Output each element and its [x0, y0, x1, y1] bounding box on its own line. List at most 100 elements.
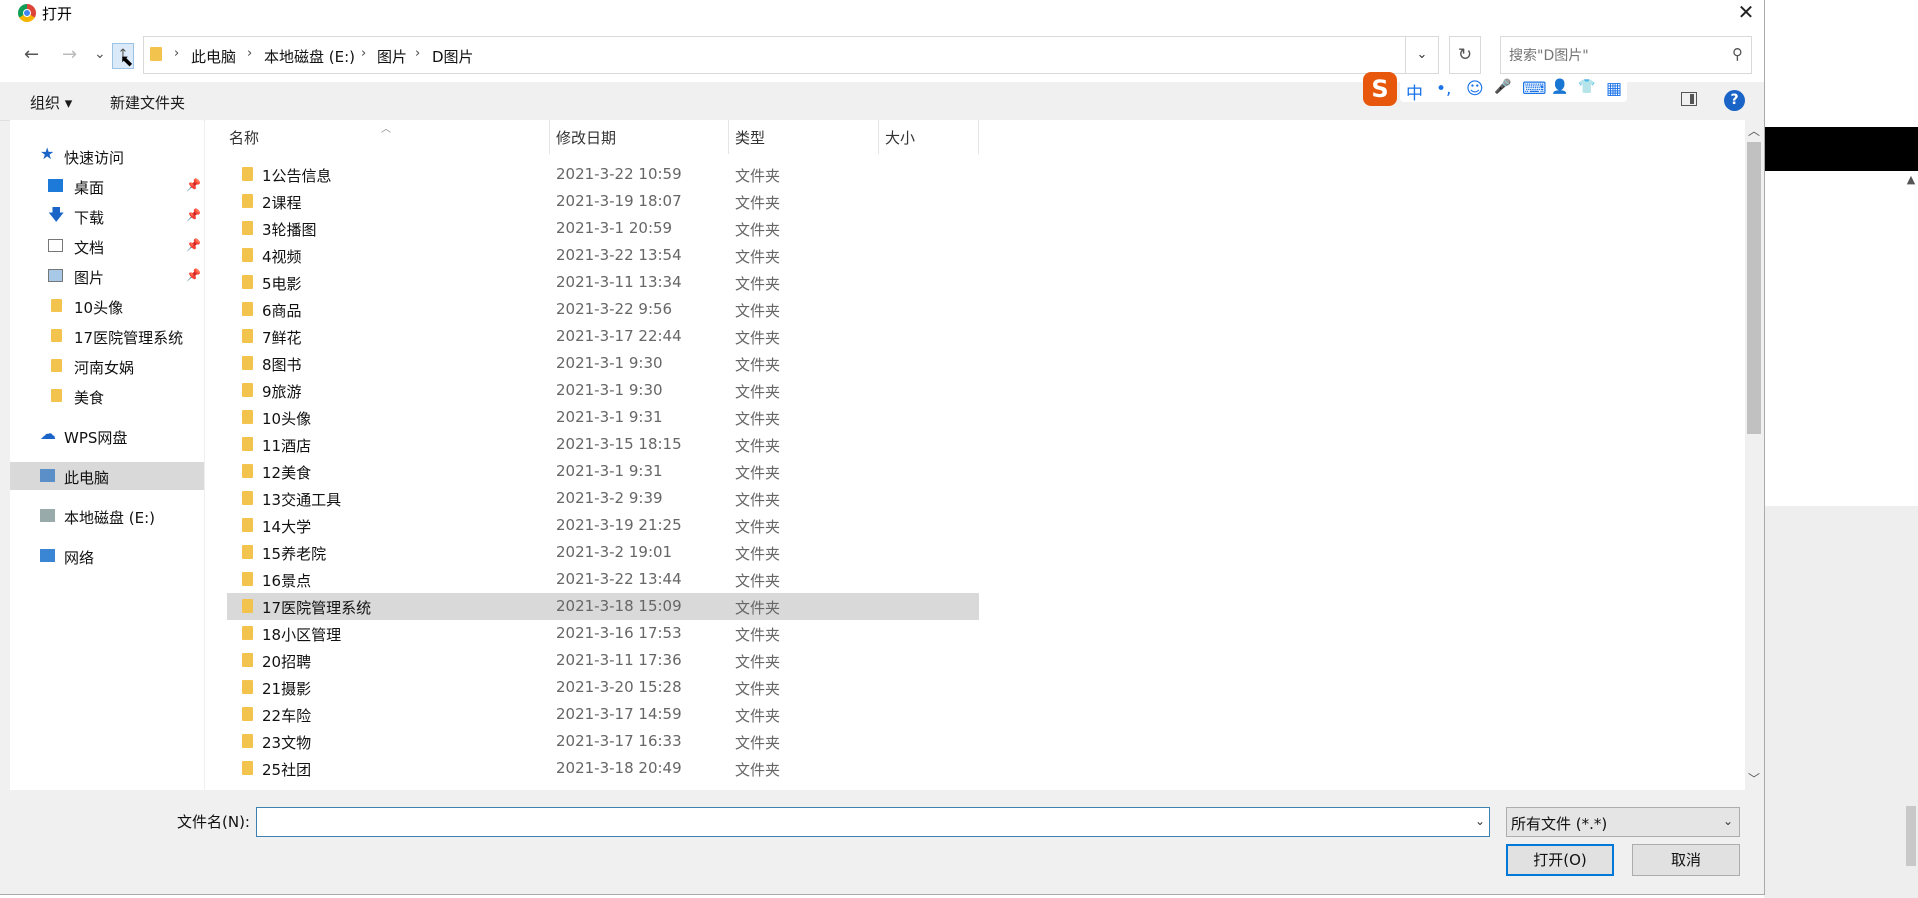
file-name: 15养老院	[262, 545, 327, 563]
pin-icon[interactable]: 📌	[186, 178, 201, 192]
table-row[interactable]: 22车险 2021-3-17 14:59 文件夹	[227, 701, 979, 728]
sidebar-item[interactable]: 17医院管理系统	[10, 322, 204, 350]
sidebar-item[interactable]: 桌面 📌	[10, 172, 204, 200]
net-icon	[40, 549, 55, 562]
scrollbar-thumb[interactable]	[1747, 142, 1761, 434]
table-row[interactable]: 23文物 2021-3-17 16:33 文件夹	[227, 728, 979, 755]
ime-toolbox-icon[interactable]: ▦	[1606, 79, 1622, 99]
chevron-down-icon[interactable]: ⌄	[1723, 814, 1733, 828]
table-row[interactable]: 4视频 2021-3-22 13:54 文件夹	[227, 242, 979, 269]
table-row[interactable]: 5电影 2021-3-11 13:34 文件夹	[227, 269, 979, 296]
table-row[interactable]: 18小区管理 2021-3-16 17:53 文件夹	[227, 620, 979, 647]
table-row[interactable]: 17医院管理系统 2021-3-18 15:09 文件夹	[227, 593, 979, 620]
pin-icon[interactable]: 📌	[186, 268, 201, 282]
breadcrumb-d-pictures[interactable]: D图片	[432, 46, 474, 67]
table-row[interactable]: 12美食 2021-3-1 9:31 文件夹	[227, 458, 979, 485]
sidebar-item[interactable]: 美食	[10, 382, 204, 410]
column-header-date[interactable]: 修改日期	[556, 127, 616, 148]
pin-icon[interactable]: 📌	[186, 238, 201, 252]
scroll-down-icon[interactable]: ﹀	[1748, 770, 1760, 787]
table-row[interactable]: 3轮播图 2021-3-1 20:59 文件夹	[227, 215, 979, 242]
chevron-right-icon[interactable]: ›	[247, 46, 252, 61]
cancel-button[interactable]: 取消	[1632, 844, 1740, 876]
scroll-up-icon[interactable]: ︿	[1748, 122, 1760, 139]
scroll-up-arrow-icon[interactable]: ▲	[1904, 173, 1918, 186]
column-divider[interactable]	[728, 120, 729, 154]
breadcrumb-local-disk[interactable]: 本地磁盘 (E:)	[264, 46, 355, 67]
search-box[interactable]: ⚲	[1500, 36, 1752, 74]
new-folder-button[interactable]: 新建文件夹	[110, 92, 185, 113]
ime-toolbar[interactable]: S 中 •, ☺ 🎤 ⌨ 👤 👕 ▦	[1363, 70, 1627, 108]
preview-pane-icon[interactable]	[1681, 92, 1697, 106]
ime-user-icon[interactable]: 👤	[1551, 79, 1568, 95]
column-divider[interactable]	[978, 120, 979, 154]
table-row[interactable]: 2课程 2021-3-19 18:07 文件夹	[227, 188, 979, 215]
address-bar[interactable]: › 此电脑 › 本地磁盘 (E:) › 图片 › D图片	[143, 36, 1406, 74]
table-row[interactable]: 1公告信息 2021-3-22 10:59 文件夹	[227, 161, 979, 188]
sidebar-item[interactable]: 文档 📌	[10, 232, 204, 260]
ime-keyboard-icon[interactable]: ⌨	[1522, 79, 1547, 99]
help-icon[interactable]: ?	[1724, 90, 1745, 111]
forward-icon[interactable]: →	[62, 44, 77, 65]
pin-icon[interactable]: 📌	[186, 208, 201, 222]
sidebar-item[interactable]: ☁ WPS网盘	[10, 422, 204, 450]
ime-skin-icon[interactable]: 👕	[1578, 79, 1595, 95]
ime-punctuation-icon[interactable]: •,	[1436, 79, 1451, 99]
table-row[interactable]: 9旅游 2021-3-1 9:30 文件夹	[227, 377, 979, 404]
table-row[interactable]: 11酒店 2021-3-15 18:15 文件夹	[227, 431, 979, 458]
table-row[interactable]: 8图书 2021-3-1 9:30 文件夹	[227, 350, 979, 377]
ime-chinese-mode-icon[interactable]: 中	[1406, 79, 1423, 104]
address-dropdown-icon[interactable]: ⌄	[1405, 36, 1439, 74]
sogou-logo-icon[interactable]: S	[1363, 72, 1397, 106]
organize-button[interactable]: 组织 ▾	[30, 92, 72, 113]
close-button[interactable]: ✕	[1728, 0, 1764, 26]
sidebar-item[interactable]: 河南女娲	[10, 352, 204, 380]
sidebar-item[interactable]: 10头像	[10, 292, 204, 320]
file-date: 2021-3-18 15:09	[556, 597, 682, 615]
refresh-icon[interactable]: ↻	[1449, 36, 1481, 74]
table-row[interactable]: 21摄影 2021-3-20 15:28 文件夹	[227, 674, 979, 701]
scrollbar-thumb[interactable]	[1906, 806, 1916, 866]
search-icon[interactable]: ⚲	[1732, 45, 1743, 63]
chevron-right-icon[interactable]: ›	[361, 46, 366, 61]
column-header-type[interactable]: 类型	[735, 127, 765, 148]
file-type-select[interactable]: 所有文件 (*.*) ⌄	[1506, 807, 1740, 837]
chevron-down-icon[interactable]: ⌄	[1475, 814, 1485, 828]
open-button[interactable]: 打开(O)	[1506, 844, 1614, 876]
sidebar-item[interactable]: 本地磁盘 (E:)	[10, 502, 204, 530]
table-row[interactable]: 16景点 2021-3-22 13:44 文件夹	[227, 566, 979, 593]
file-list-scrollbar[interactable]: ︿ ﹀	[1745, 120, 1763, 790]
column-divider[interactable]	[549, 120, 550, 154]
chevron-right-icon[interactable]: ›	[174, 46, 179, 61]
sidebar-item[interactable]: 图片 📌	[10, 262, 204, 290]
breadcrumb-pictures[interactable]: 图片	[377, 46, 407, 67]
table-row[interactable]: 15养老院 2021-3-2 19:01 文件夹	[227, 539, 979, 566]
ime-voice-icon[interactable]: 🎤	[1494, 79, 1511, 95]
filename-combobox[interactable]: ⌄	[256, 807, 1490, 837]
background-scrollbar[interactable]: ▲	[1904, 171, 1918, 898]
sidebar-item[interactable]: ★ 快速访问	[10, 142, 204, 170]
chevron-right-icon[interactable]: ›	[415, 46, 420, 61]
table-row[interactable]: 14大学 2021-3-19 21:25 文件夹	[227, 512, 979, 539]
back-icon[interactable]: ←	[24, 44, 39, 65]
search-input[interactable]	[1507, 44, 1721, 68]
table-row[interactable]: 10头像 2021-3-1 9:31 文件夹	[227, 404, 979, 431]
column-header-size[interactable]: 大小	[885, 127, 915, 148]
table-row[interactable]: 7鲜花 2021-3-17 22:44 文件夹	[227, 323, 979, 350]
filename-input[interactable]	[261, 812, 1445, 834]
sidebar-item[interactable]: 🡇 下载 📌	[10, 202, 204, 230]
file-name: 23文物	[262, 734, 312, 752]
recent-locations-icon[interactable]: ⌄	[94, 46, 106, 62]
table-row[interactable]: 13交通工具 2021-3-2 9:39 文件夹	[227, 485, 979, 512]
table-row[interactable]: 6商品 2021-3-22 9:56 文件夹	[227, 296, 979, 323]
table-row[interactable]: 20招聘 2021-3-11 17:36 文件夹	[227, 647, 979, 674]
column-header-name[interactable]: 名称	[229, 127, 259, 148]
sidebar-item[interactable]: 此电脑	[10, 462, 204, 490]
file-list[interactable]: ︿ 名称 修改日期 类型 大小 1公告信息 2021-3-22 10:59 文件夹 2…	[205, 120, 1745, 790]
breadcrumb-this-pc[interactable]: 此电脑	[191, 46, 236, 67]
ime-emoji-icon[interactable]: ☺	[1466, 79, 1484, 99]
navigation-pane[interactable]: ★ 快速访问 桌面 📌 🡇 下载 📌 文档 📌 图片 📌 10头像 17医院管理系统 河南女娲 美食 ☁ WPS…	[10, 120, 204, 790]
column-divider[interactable]	[878, 120, 879, 154]
table-row[interactable]: 25社团 2021-3-18 20:49 文件夹	[227, 755, 979, 782]
sidebar-item[interactable]: 网络	[10, 542, 204, 570]
